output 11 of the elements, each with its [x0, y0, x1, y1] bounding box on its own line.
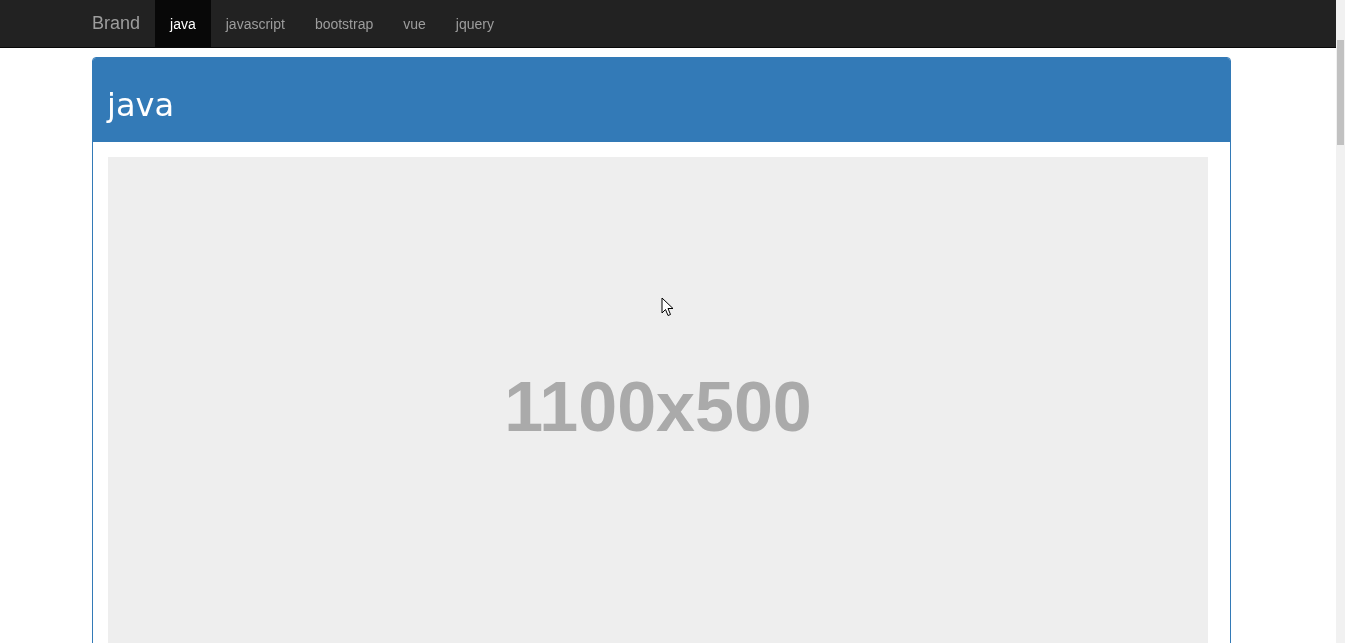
nav-tab[interactable]: bootstrap [299, 0, 389, 47]
mouse-cursor-icon [661, 297, 674, 317]
panel-title: java [107, 86, 175, 124]
nav-tab[interactable]: javascript [210, 0, 300, 47]
image-size-label: 1100x500 [504, 367, 812, 448]
nav-tab[interactable]: jquery [440, 0, 509, 47]
brand-link[interactable]: Brand [92, 0, 156, 47]
scrollbar-thumb[interactable] [1337, 40, 1344, 145]
scrollbar[interactable] [1336, 0, 1345, 643]
nav-tab[interactable]: java [155, 0, 211, 47]
nav-tab[interactable]: vue [388, 0, 441, 47]
